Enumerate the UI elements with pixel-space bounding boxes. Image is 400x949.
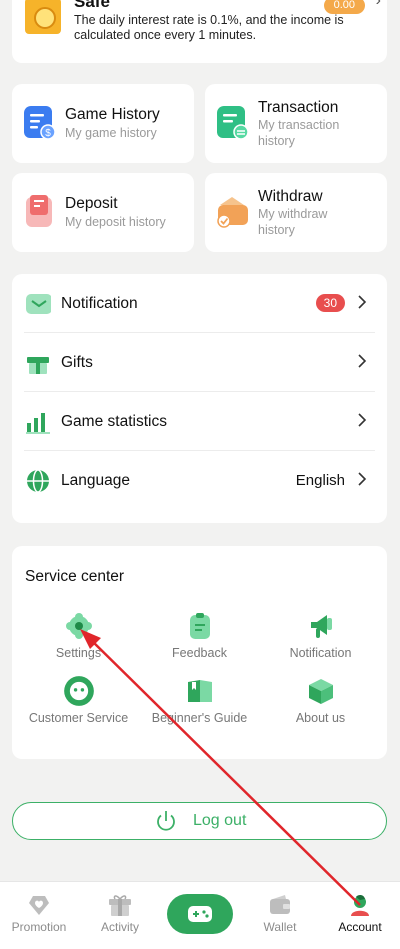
account-menu: Notification 30 Gifts Game statistics La…	[12, 274, 387, 523]
service-item-settings[interactable]: Settings	[16, 612, 141, 668]
service-item-notification[interactable]: Notification	[258, 612, 383, 668]
bottom-tab-bar: Promotion Activity Wallet Account	[0, 881, 400, 949]
service-center: Service center Settings Feedback Notific…	[12, 546, 387, 759]
account-icon	[351, 894, 369, 916]
wallet-icon	[270, 895, 290, 914]
gift-icon	[27, 357, 49, 374]
tab-label: Wallet	[263, 920, 297, 934]
tab-activity[interactable]: Activity	[85, 882, 155, 942]
transaction-icon	[217, 106, 249, 140]
globe-icon	[27, 469, 49, 493]
tab-label: Activity	[100, 920, 139, 934]
safe-balance-badge: 0.00	[323, 0, 365, 14]
deposit-icon	[26, 195, 52, 227]
service-item-label: Settings	[55, 646, 102, 660]
mail-icon	[26, 294, 51, 314]
logout-button[interactable]: Log out	[12, 802, 387, 840]
tab-promotion[interactable]: Promotion	[4, 882, 74, 942]
menu-label: Game statistics	[61, 413, 167, 430]
tile-subtitle: My game history	[65, 126, 157, 140]
tile-title: Withdraw	[258, 188, 323, 205]
safe-description: The daily interest rate is 0.1%, and the…	[74, 13, 344, 42]
tile-title: Deposit	[65, 195, 118, 212]
safe-icon	[25, 0, 61, 34]
service-item-beginners-guide[interactable]: Beginner's Guide	[137, 677, 262, 733]
game-history-icon: $	[24, 106, 56, 140]
about-us-icon	[308, 679, 333, 704]
tab-account[interactable]: Account	[325, 882, 395, 942]
safe-card[interactable]: Safe 0.00 › The daily interest rate is 0…	[12, 0, 387, 63]
tab-label: Account	[338, 920, 382, 934]
chevron-right-icon	[358, 354, 367, 368]
service-item-customer-service[interactable]: Customer Service	[16, 676, 141, 733]
chevron-right-icon	[358, 295, 367, 309]
tile-title: Transaction	[258, 99, 339, 116]
logout-label: Log out	[193, 812, 247, 829]
deposit-tile[interactable]: Deposit My deposit history	[12, 173, 194, 252]
notification-icon	[310, 615, 332, 638]
menu-item-language[interactable]: Language English	[24, 451, 375, 510]
service-item-label: Notification	[289, 646, 352, 660]
tab-label: Promotion	[11, 920, 67, 934]
customer-service-icon	[63, 676, 94, 706]
menu-item-game-statistics[interactable]: Game statistics	[24, 392, 375, 451]
tile-subtitle: My withdraw history	[258, 207, 328, 237]
tile-subtitle: My transaction history	[258, 118, 340, 148]
notification-count-badge: 30	[315, 294, 345, 312]
tile-title: Game History	[65, 106, 160, 123]
gamepad-icon	[188, 906, 212, 922]
service-item-about-us[interactable]: About us	[258, 677, 383, 733]
menu-label: Notification	[61, 295, 138, 312]
menu-label: Gifts	[61, 354, 93, 371]
beginners-guide-icon	[187, 680, 212, 702]
withdraw-icon	[217, 197, 248, 228]
svg-text:$: $	[45, 128, 51, 139]
chevron-right-icon	[358, 413, 367, 427]
settings-icon	[65, 613, 92, 639]
language-value: English	[295, 472, 345, 489]
safe-title: Safe	[74, 0, 110, 11]
diamond-heart-icon	[29, 896, 49, 915]
bar-chart-icon	[26, 413, 50, 434]
service-item-label: Feedback	[172, 646, 227, 660]
menu-item-gifts[interactable]: Gifts	[24, 333, 375, 392]
game-history-tile[interactable]: $ Game History My game history	[12, 84, 194, 163]
service-center-title: Service center	[25, 568, 125, 585]
power-icon	[157, 811, 175, 831]
feedback-icon	[189, 613, 210, 639]
service-item-label: Customer Service	[28, 711, 129, 725]
tab-wallet[interactable]: Wallet	[245, 882, 315, 942]
gift-icon	[109, 895, 131, 916]
tile-subtitle: My deposit history	[65, 215, 166, 229]
service-item-label: Beginner's Guide	[151, 711, 248, 725]
game-center-button[interactable]	[167, 894, 233, 934]
menu-item-notification[interactable]: Notification 30	[24, 274, 375, 333]
withdraw-tile[interactable]: Withdraw My withdraw history	[205, 173, 387, 252]
chevron-right-icon	[358, 472, 367, 486]
service-item-label: About us	[295, 711, 346, 725]
menu-label: Language	[61, 472, 130, 489]
service-item-feedback[interactable]: Feedback	[137, 612, 262, 668]
transaction-tile[interactable]: Transaction My transaction history	[205, 84, 387, 163]
chevron-right-icon: ›	[375, 0, 381, 9]
